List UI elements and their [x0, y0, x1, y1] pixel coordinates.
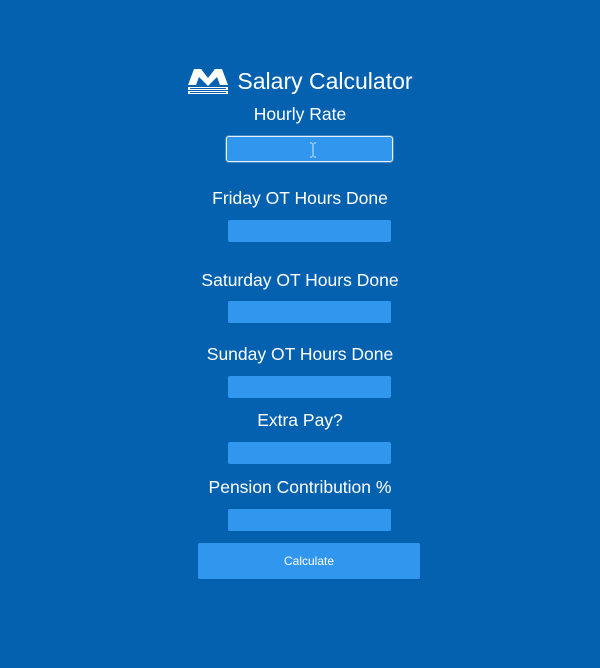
extra-pay-input[interactable]	[228, 442, 391, 464]
hourly-rate-label: Hourly Rate	[253, 104, 347, 124]
app-title: Salary Calculator	[237, 68, 413, 94]
pension-contribution-label: Pension Contribution %	[208, 477, 392, 497]
calculate-button-label: Calculate	[283, 554, 335, 568]
friday-ot-label: Friday OT Hours Done	[212, 188, 388, 208]
saturday-ot-label: Saturday OT Hours Done	[201, 270, 399, 290]
sunday-ot-label: Sunday OT Hours Done	[206, 344, 394, 364]
company-m-logo-icon	[188, 69, 229, 94]
salary-calculator-page: Salary Calculator Hourly Rate Friday OT …	[0, 0, 600, 668]
extra-pay-label: Extra Pay?	[257, 410, 343, 430]
saturday-ot-input[interactable]	[228, 301, 391, 323]
app-header: Salary Calculator	[0, 64, 600, 98]
pension-contribution-input[interactable]	[228, 509, 391, 531]
text-cursor-icon	[310, 142, 316, 158]
friday-ot-input[interactable]	[228, 220, 391, 242]
calculate-button[interactable]: Calculate	[198, 543, 420, 579]
sunday-ot-input[interactable]	[228, 376, 391, 398]
